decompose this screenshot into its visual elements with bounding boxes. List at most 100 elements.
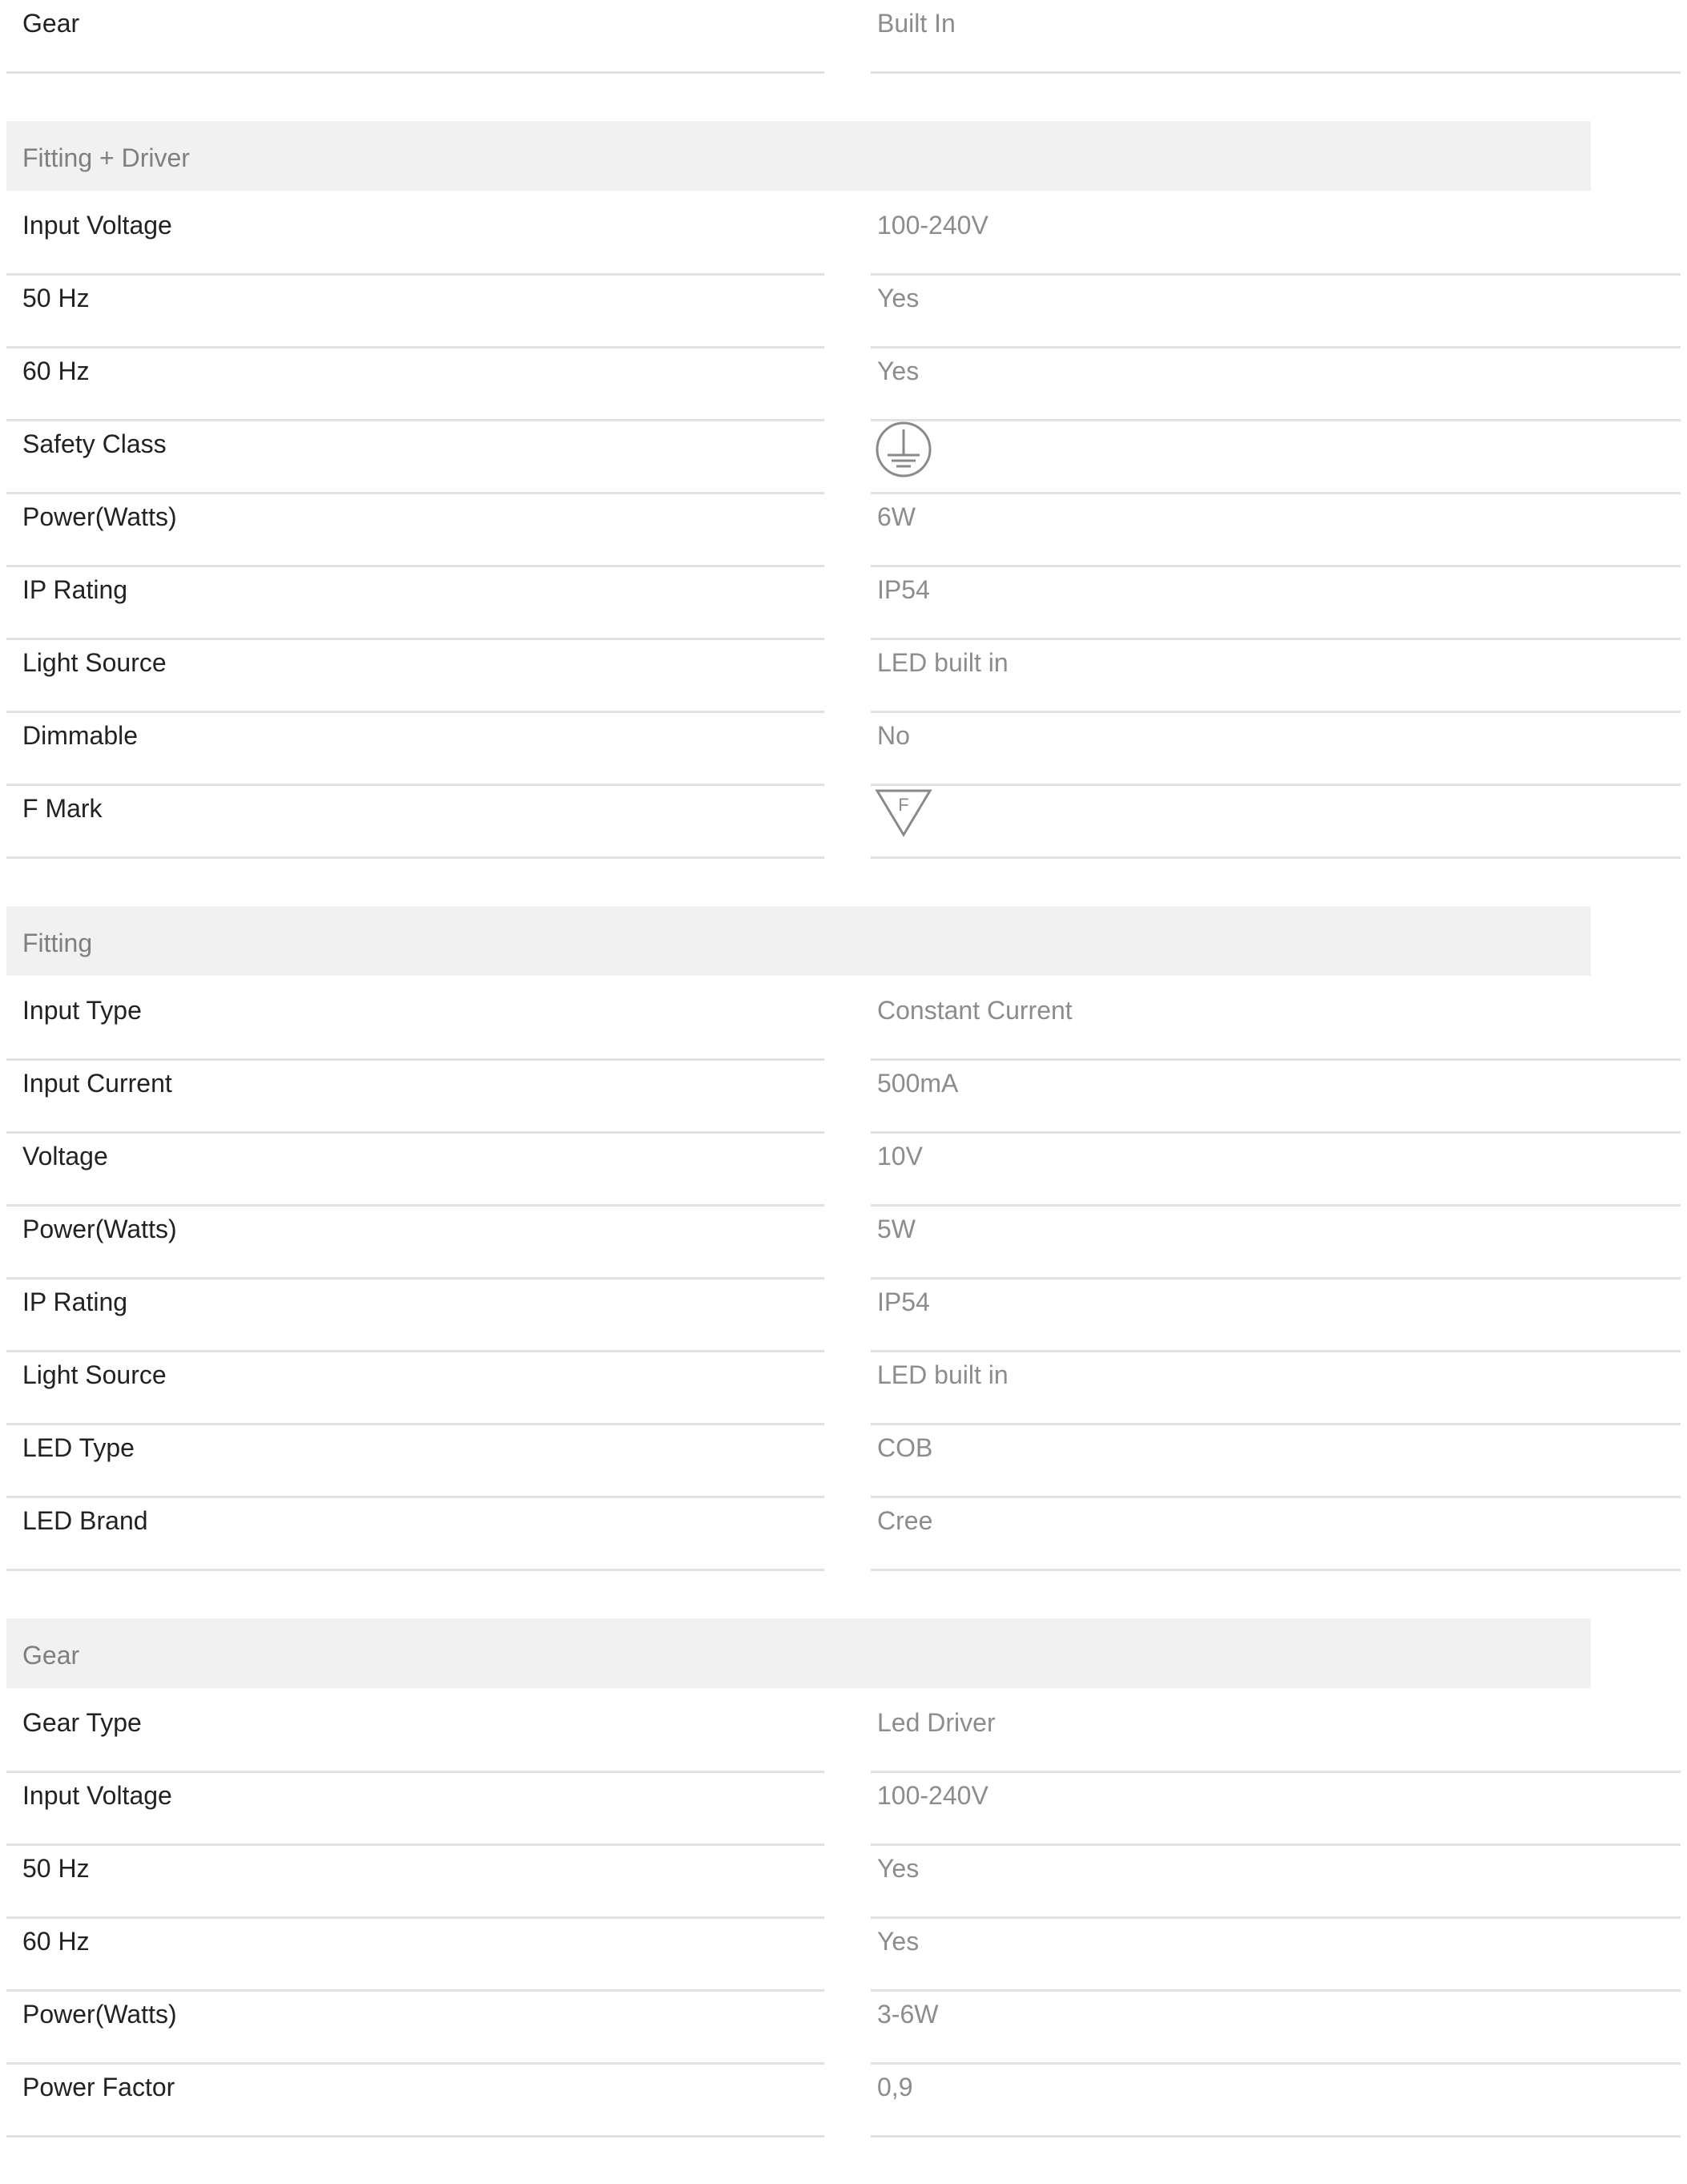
- spec-label-cell: 50 Hz: [6, 1845, 824, 1919]
- spec-value: 100-240V: [877, 211, 988, 240]
- spec-label-cell: Power Factor: [6, 2064, 824, 2138]
- spec-value: 6W: [877, 502, 916, 531]
- spec-value: LED built in: [877, 648, 1009, 677]
- spec-label: Light Source: [22, 648, 167, 677]
- spec-value-cell: 3-6W: [871, 1991, 1681, 2065]
- spec-label-cell: Gear Type: [6, 1699, 824, 1773]
- spec-row: Safety Class: [6, 421, 1681, 494]
- spec-label: 60 Hz: [22, 357, 90, 385]
- spec-value-cell: LED built in: [871, 639, 1681, 713]
- spec-label-cell: Power(Watts): [6, 1206, 824, 1279]
- spec-value: IP54: [877, 575, 930, 604]
- spec-row: Power(Watts) 3-6W: [6, 1991, 1681, 2065]
- spec-label: 50 Hz: [22, 1854, 90, 1883]
- spec-label: Input Voltage: [22, 1781, 172, 1810]
- spec-label: Input Current: [22, 1069, 172, 1098]
- spec-label: LED Type: [22, 1433, 135, 1462]
- spec-value-cell: Constant Current: [871, 987, 1681, 1061]
- spec-value: Yes: [877, 357, 920, 385]
- spec-row: LED Type COB: [6, 1424, 1681, 1498]
- spec-value: Built In: [877, 9, 956, 38]
- spec-label-cell: F Mark: [6, 785, 824, 859]
- spec-label-cell: 60 Hz: [6, 1918, 824, 1992]
- section-header: Gear: [6, 1618, 1591, 1688]
- spec-label: Dimmable: [22, 721, 139, 750]
- spec-label-cell: Input Voltage: [6, 202, 824, 276]
- spec-row: 50 Hz Yes: [6, 275, 1681, 349]
- spec-value-cell: [871, 421, 1681, 494]
- spec-label: Input Type: [22, 996, 142, 1025]
- earth-ground-icon: [876, 421, 932, 477]
- spec-row: Dimmable No: [6, 712, 1681, 786]
- spec-value-cell: 0,9: [871, 2064, 1681, 2138]
- spec-label-cell: Light Source: [6, 639, 824, 713]
- spec-label-cell: Input Current: [6, 1060, 824, 1134]
- spec-value: No: [877, 721, 910, 750]
- spec-value-cell: Yes: [871, 1845, 1681, 1919]
- spec-row: Light Source LED built in: [6, 639, 1681, 713]
- spec-label: Power Factor: [22, 2073, 175, 2101]
- spec-value-cell: Cree: [871, 1497, 1681, 1571]
- spec-label-cell: Power(Watts): [6, 494, 824, 567]
- spec-label-cell: Dimmable: [6, 712, 824, 786]
- spec-row: Gear Type Led Driver: [6, 1699, 1681, 1773]
- spec-row: Power Factor 0,9: [6, 2064, 1681, 2138]
- spec-label-cell: 60 Hz: [6, 348, 824, 421]
- spec-value-cell: 100-240V: [871, 202, 1681, 276]
- spec-label: IP Rating: [22, 1287, 128, 1316]
- spec-value-cell: IP54: [871, 1279, 1681, 1352]
- section-header: Fitting + Driver: [6, 121, 1591, 191]
- f-mark-icon: F: [875, 789, 932, 837]
- spec-value: IP54: [877, 1287, 930, 1316]
- spec-label: 50 Hz: [22, 284, 90, 312]
- spec-label: Safety Class: [22, 429, 167, 458]
- spec-label: Input Voltage: [22, 211, 172, 240]
- spec-row: Light Source LED built in: [6, 1352, 1681, 1425]
- spec-row: Gear Built In: [6, 0, 1681, 74]
- spec-value-cell: 100-240V: [871, 1772, 1681, 1846]
- spec-row: Input Voltage 100-240V: [6, 202, 1681, 276]
- spec-value: Yes: [877, 1927, 920, 1956]
- spec-value: Constant Current: [877, 996, 1073, 1025]
- spec-value: COB: [877, 1433, 933, 1462]
- spec-label-cell: LED Brand: [6, 1497, 824, 1571]
- spec-row: 60 Hz Yes: [6, 348, 1681, 421]
- spec-value: 500mA: [877, 1069, 959, 1098]
- spec-value-cell: Yes: [871, 348, 1681, 421]
- spec-value: Yes: [877, 1854, 920, 1883]
- spec-value: Yes: [877, 284, 920, 312]
- spec-value: 5W: [877, 1215, 916, 1243]
- spec-row: IP Rating IP54: [6, 566, 1681, 640]
- spec-row: Input Current 500mA: [6, 1060, 1681, 1134]
- spec-value-cell: LED built in: [871, 1352, 1681, 1425]
- spec-label-cell: Light Source: [6, 1352, 824, 1425]
- spec-label-cell: LED Type: [6, 1424, 824, 1498]
- spec-value-cell: 6W: [871, 494, 1681, 567]
- spec-value: 3-6W: [877, 2000, 939, 2029]
- spec-label: Gear Type: [22, 1708, 142, 1737]
- spec-label-cell: Safety Class: [6, 421, 824, 494]
- spec-label: F Mark: [22, 794, 103, 823]
- spec-sheet: Gear Built In Fitting + Driver Input Voltag…: [6, 0, 1681, 2138]
- spec-value-cell: COB: [871, 1424, 1681, 1498]
- spec-row: Input Type Constant Current: [6, 987, 1681, 1061]
- f-mark-letter: F: [898, 795, 908, 815]
- spec-value-cell: F: [871, 785, 1681, 859]
- spec-label-cell: IP Rating: [6, 1279, 824, 1352]
- spec-value: Cree: [877, 1506, 933, 1535]
- spec-row: 60 Hz Yes: [6, 1918, 1681, 1992]
- spec-value-cell: 10V: [871, 1133, 1681, 1207]
- spec-label: 60 Hz: [22, 1927, 90, 1956]
- spec-row: Power(Watts) 6W: [6, 494, 1681, 567]
- spec-label: Voltage: [22, 1142, 108, 1171]
- section-header: Fitting: [6, 906, 1591, 976]
- section-title: Fitting: [22, 929, 93, 957]
- spec-row: 50 Hz Yes: [6, 1845, 1681, 1919]
- spec-value: 100-240V: [877, 1781, 988, 1810]
- spec-label-cell: Power(Watts): [6, 1991, 824, 2065]
- spec-row: Power(Watts) 5W: [6, 1206, 1681, 1279]
- spec-row: IP Rating IP54: [6, 1279, 1681, 1352]
- spec-value-cell: Yes: [871, 275, 1681, 349]
- spec-value: Led Driver: [877, 1708, 996, 1737]
- spec-value: 0,9: [877, 2073, 913, 2101]
